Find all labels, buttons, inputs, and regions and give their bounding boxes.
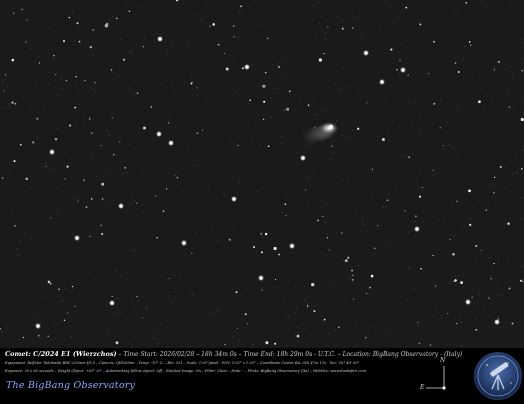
caption-title-line: Comet: C/2024 E1 (Wierzchos) – Time Star…: [5, 350, 462, 358]
astro-photograph: [0, 0, 524, 348]
object-label: Comet: C/2024 E1 (Wierzchos): [5, 350, 117, 358]
observatory-name: The BigBang Observatory: [6, 380, 136, 391]
observatory-telescope-logo: [474, 352, 522, 400]
caption-exposure-line: Exposure: 20 x 60 seconds – Height Objec…: [5, 369, 367, 373]
compass-rose: N E: [418, 357, 454, 397]
time-end: – Time End: 18h 29m 0s - U.T.C.: [238, 351, 336, 358]
telescope-icon: [477, 355, 519, 397]
compass-arrows-icon: [426, 366, 446, 390]
star-field: [0, 0, 524, 348]
caption-equipment-line: Equipment: Refletor Takahashi BRC-250mm …: [5, 361, 360, 365]
time-start: – Time Start: 2026/02/28 – 18h 34m 0s: [118, 351, 237, 358]
